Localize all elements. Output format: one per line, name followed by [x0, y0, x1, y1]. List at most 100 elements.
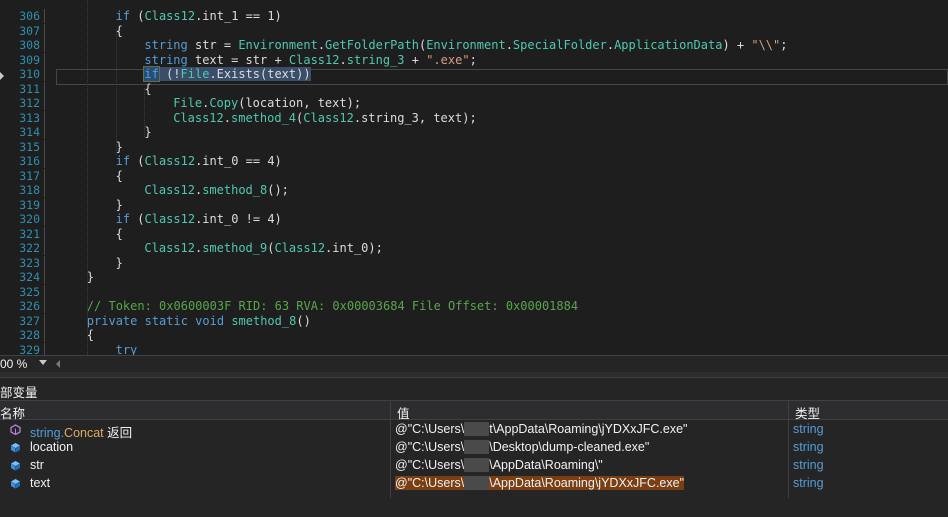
- code-text: private static void smethod_8(): [87, 314, 311, 328]
- locals-row[interactable]: string.Concat 返回 @"C:\Users\xxxxt\AppData…: [0, 421, 948, 440]
- code-text: {: [144, 82, 151, 96]
- code-token: .string_3, text);: [353, 110, 477, 125]
- code-line[interactable]: 317 {: [0, 168, 948, 183]
- line-number: 317: [19, 168, 40, 183]
- code-line[interactable]: 313 Class12.smethod_4(Class12.string_3, t…: [0, 110, 948, 125]
- column-header-name[interactable]: 名称: [0, 403, 25, 422]
- zoom-dropdown-icon[interactable]: [39, 360, 47, 365]
- code-line[interactable]: 326 // Token: 0x0600003F RID: 63 RVA: 0x0…: [0, 299, 948, 313]
- line-number: 322: [19, 241, 40, 255]
- code-line[interactable]: 325: [0, 284, 948, 299]
- code-token: Class12: [144, 183, 195, 197]
- code-line[interactable]: 324}: [0, 270, 948, 284]
- indent-guide: [86, 0, 88, 355]
- code-line[interactable]: 309 string text = str + Class12.string_3 …: [0, 52, 948, 67]
- local-value[interactable]: @"C:\Users\xxxx\AppData\Roaming\": [395, 458, 603, 472]
- line-number: 310: [19, 67, 40, 81]
- local-value-part: \AppData\Roaming\": [489, 458, 603, 472]
- code-line[interactable]: 321 {: [0, 226, 948, 241]
- code-line[interactable]: 312 File.Copy(location, text);: [0, 96, 948, 110]
- indent-guide: [115, 30, 117, 155]
- outline-margin: [44, 270, 45, 284]
- outline-margin: [44, 67, 45, 81]
- code-token: {: [144, 81, 152, 96]
- code-token: str =: [187, 38, 239, 52]
- local-type: string: [793, 440, 824, 454]
- column-header-value[interactable]: 值: [397, 403, 410, 422]
- outline-margin: [44, 342, 45, 355]
- outline-margin: [44, 38, 45, 52]
- local-value-part: @"C:\Users\: [395, 476, 465, 490]
- outline-margin: [44, 226, 45, 241]
- code-text: Class12.smethod_8();: [144, 183, 289, 197]
- code-token: if: [143, 66, 160, 82]
- code-line[interactable]: 328 {: [0, 328, 948, 342]
- code-line[interactable]: 318 Class12.smethod_8();: [0, 183, 948, 197]
- code-token: (: [130, 9, 145, 23]
- code-line[interactable]: 320 if (Class12.int_0 != 4): [0, 212, 948, 226]
- code-token: (): [296, 313, 311, 328]
- code-token: SpecialFolder: [512, 38, 607, 52]
- code-text: {: [116, 227, 123, 241]
- code-line[interactable]: 311 {: [0, 81, 948, 96]
- code-line[interactable]: 306 if (Class12.int_1 == 1): [0, 9, 948, 23]
- local-type: string: [793, 422, 824, 436]
- code-line[interactable]: 315}: [0, 139, 948, 154]
- locals-row[interactable]: location @"C:\Users\xxxx\Desktop\dump-cle…: [0, 439, 948, 457]
- code-line[interactable]: 316 if (Class12.int_0 == 4): [0, 154, 948, 168]
- code-text: try: [116, 343, 138, 356]
- code-line[interactable]: 307 {: [0, 23, 948, 38]
- line-number: 314: [19, 125, 40, 139]
- local-value[interactable]: @"C:\Users\xxxx\AppData\Roaming\jYDXxJFC…: [395, 476, 685, 490]
- code-text: if (Class12.int_1 == 1): [116, 9, 282, 23]
- variable-icon: [11, 479, 20, 489]
- scroll-left-icon[interactable]: [56, 360, 60, 368]
- column-header-type[interactable]: 类型: [795, 403, 820, 422]
- code-token: Class12: [274, 241, 326, 255]
- local-value[interactable]: @"C:\Users\xxxx\Desktop\dump-cleaned.exe…: [395, 440, 649, 454]
- code-text: // Token: 0x0600003F RID: 63 RVA: 0x0000…: [87, 299, 578, 313]
- local-value-part: @"C:\Users\: [395, 440, 465, 454]
- code-line[interactable]: 308 string str = Environment.GetFolderPat…: [0, 38, 948, 52]
- line-number: 324: [19, 270, 40, 284]
- redacted-text: xxxx: [464, 422, 490, 436]
- code-token: .: [339, 52, 347, 67]
- code-token: // Token: 0x0600003F RID: 63 RVA: 0x0000…: [86, 299, 579, 313]
- code-editor[interactable]: 306 if (Class12.int_1 == 1) 307{308 string …: [0, 0, 948, 355]
- code-line[interactable]: 327 private static void smethod_8(): [0, 313, 948, 328]
- locals-row[interactable]: str @"C:\Users\xxxx\AppData\Roaming\" stri…: [0, 457, 948, 475]
- code-token: (!: [158, 67, 181, 81]
- line-number: 323: [19, 255, 40, 270]
- local-value[interactable]: @"C:\Users\xxxxt\AppData\Roaming\jYDXxJF…: [395, 422, 688, 436]
- code-line[interactable]: 310 if (!File.Exists(text)): [0, 66, 948, 82]
- code-line[interactable]: 319}: [0, 197, 948, 212]
- zoom-level[interactable]: 00 %: [0, 357, 27, 371]
- line-number: 318: [19, 183, 40, 197]
- code-text: if (!File.Exists(text)): [143, 66, 311, 82]
- locals-row[interactable]: text @"C:\Users\xxxx\AppData\Roaming\jYDX…: [0, 475, 948, 493]
- code-token: Environment: [426, 38, 506, 52]
- code-line[interactable]: 322 Class12.smethod_9(Class12.int_0);: [0, 241, 948, 255]
- line-number: 309: [19, 52, 40, 67]
- code-line[interactable]: 323}: [0, 255, 948, 270]
- code-token: Class12: [303, 110, 354, 125]
- local-type: string: [793, 476, 824, 490]
- local-name: text: [30, 476, 50, 490]
- line-number: 308: [19, 38, 40, 52]
- code-token: ();: [267, 183, 289, 197]
- code-token: .: [505, 38, 513, 52]
- line-number: 319: [19, 197, 40, 212]
- outline-margin: [44, 241, 45, 255]
- redacted-text: xxxx: [464, 440, 490, 454]
- local-type: string: [793, 458, 824, 472]
- code-token: string: [144, 52, 188, 67]
- line-number: 329: [19, 342, 40, 356]
- outline-margin: [44, 52, 45, 67]
- outline-margin: [44, 168, 45, 183]
- code-text: string text = str + Class12.string_3 + "…: [144, 53, 476, 67]
- code-line[interactable]: 314}: [0, 125, 948, 139]
- code-line[interactable]: 329 try: [0, 342, 948, 356]
- code-token: .int_0 == 4): [195, 154, 282, 168]
- code-token: .: [606, 38, 615, 52]
- outline-margin: [44, 96, 45, 110]
